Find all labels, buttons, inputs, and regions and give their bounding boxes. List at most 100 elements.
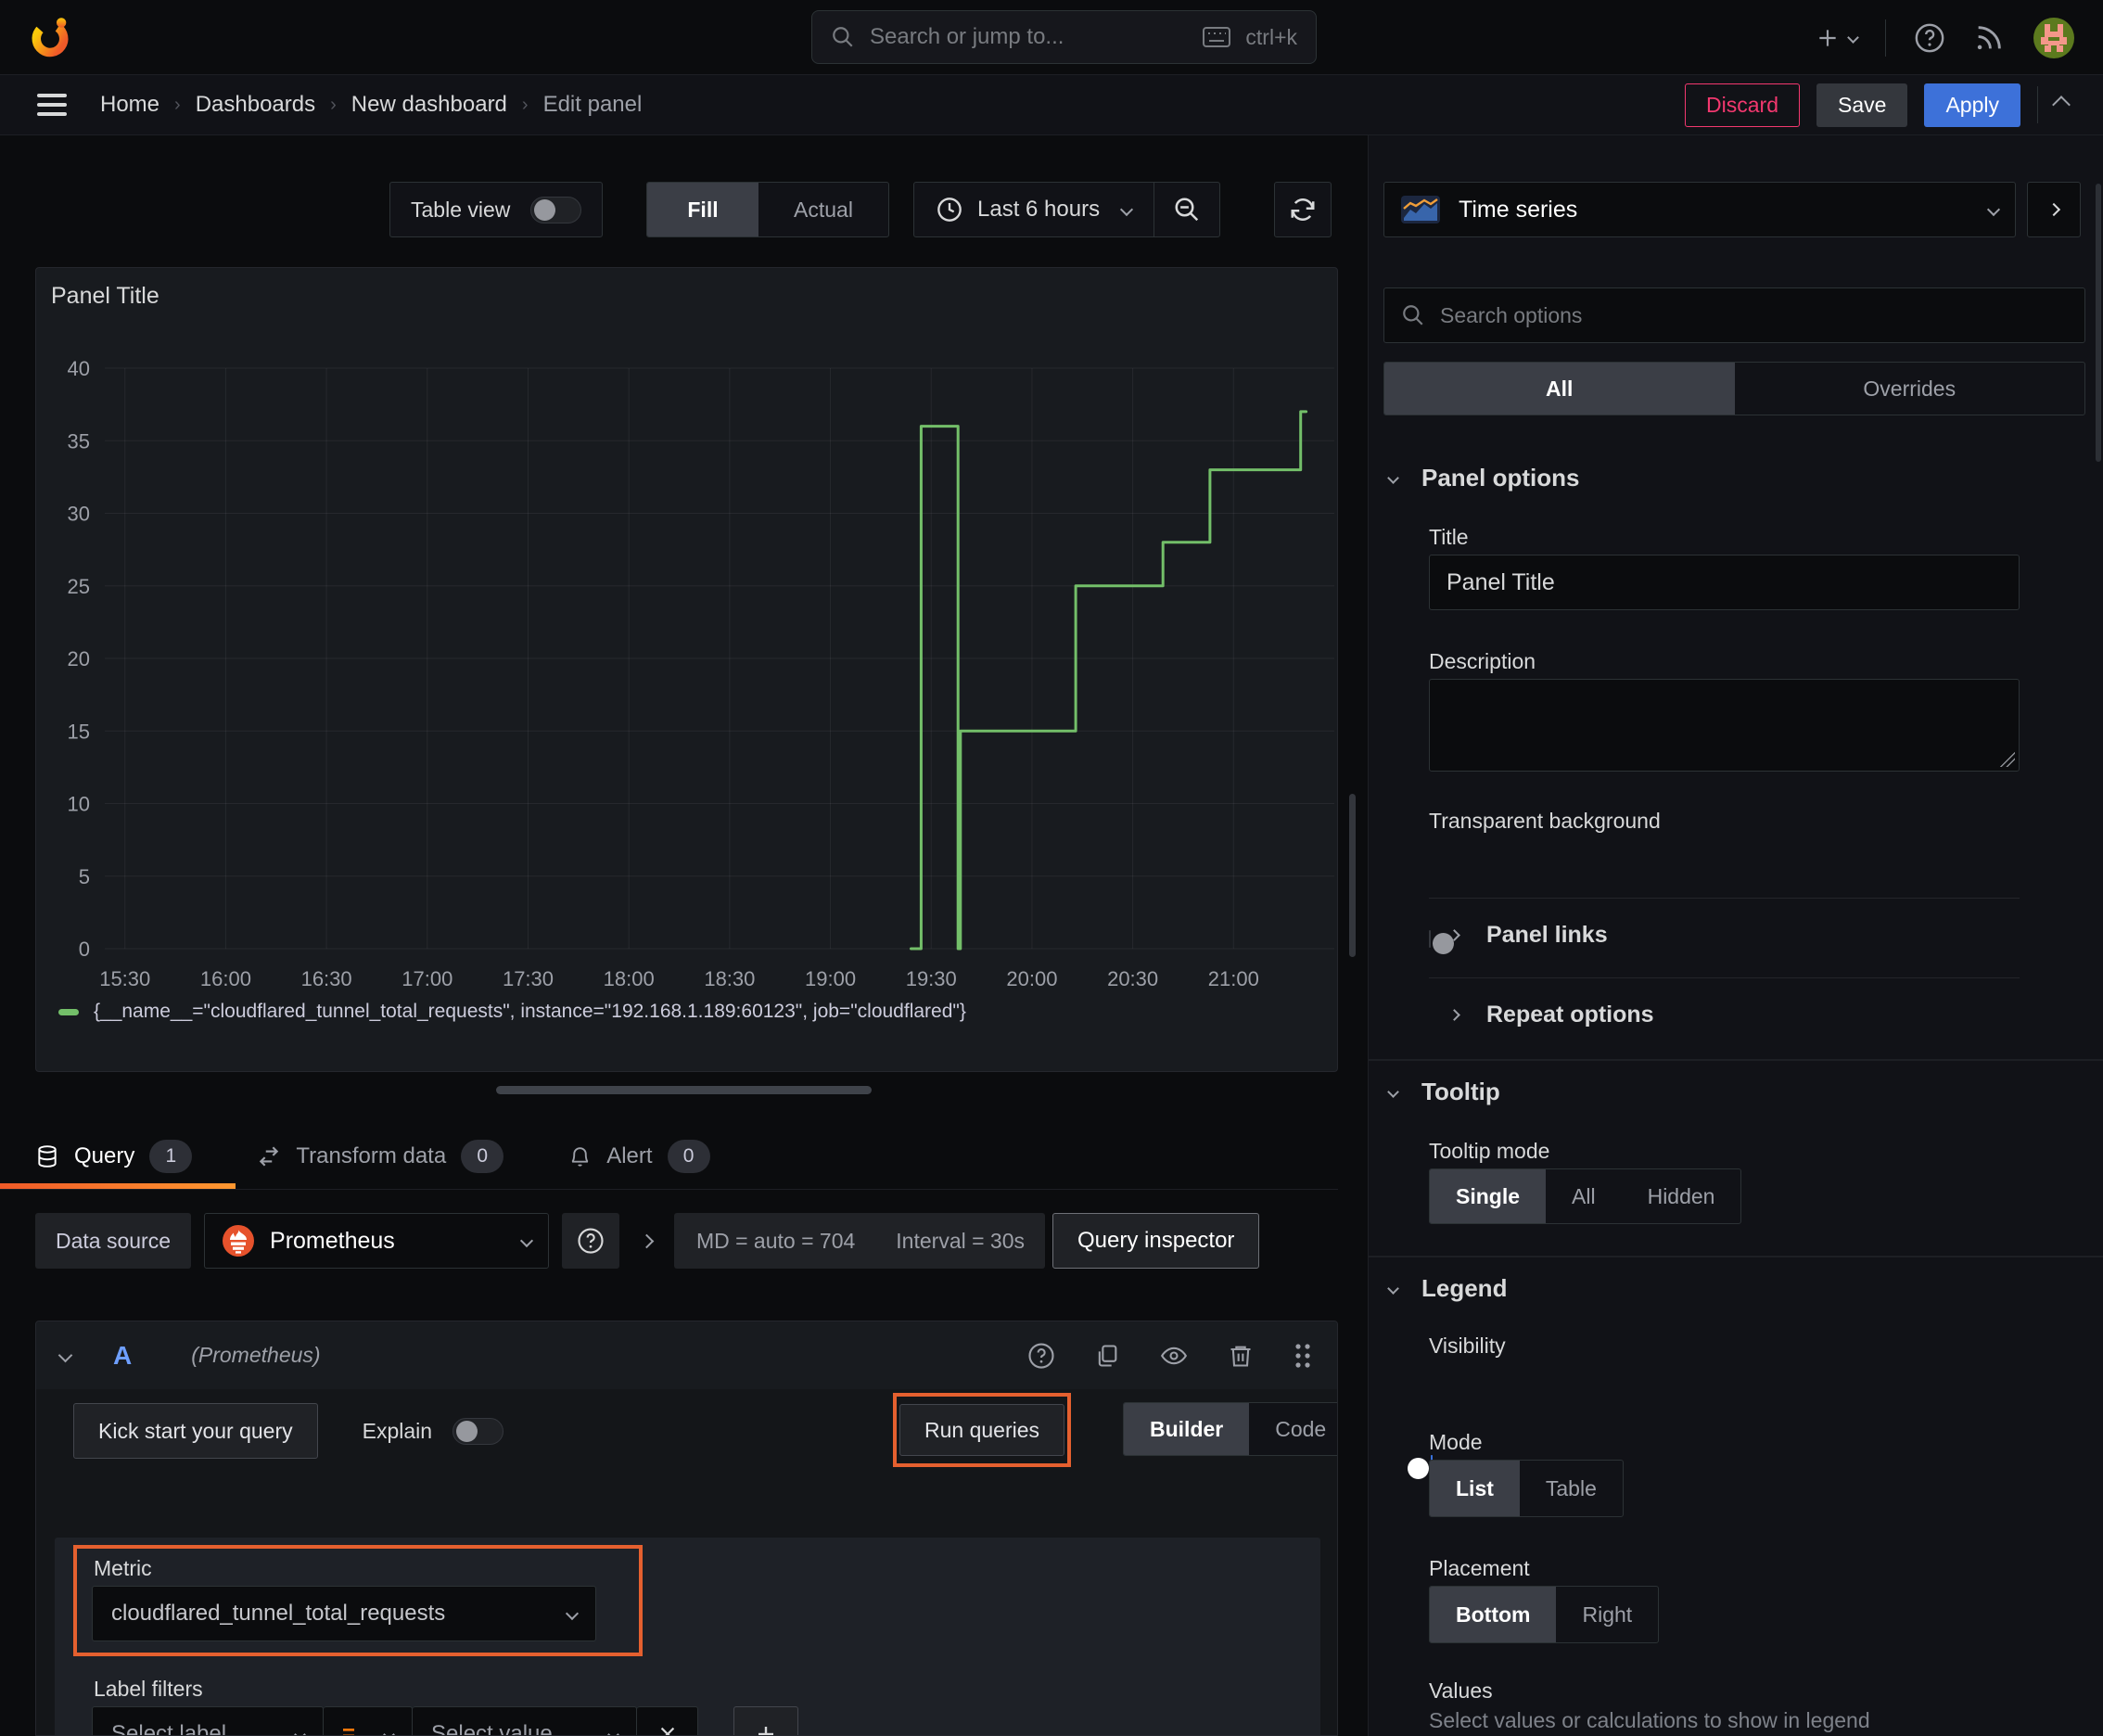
overrides-option[interactable]: Overrides — [1735, 363, 2085, 415]
apply-button[interactable]: Apply — [1924, 83, 2020, 127]
legend-series-swatch[interactable] — [58, 1008, 79, 1015]
tooltip-all-option[interactable]: All — [1546, 1169, 1622, 1223]
collapse-sidebar-button[interactable] — [2027, 182, 2081, 237]
kick-start-button[interactable]: Kick start your query — [73, 1403, 318, 1459]
breadcrumb-dashboards[interactable]: Dashboards — [196, 92, 315, 118]
run-queries-button[interactable]: Run queries — [899, 1404, 1065, 1456]
svg-text:10: 10 — [68, 793, 90, 816]
collapse-toolbar-icon[interactable] — [2052, 96, 2071, 114]
global-search-input[interactable]: Search or jump to... ctrl+k — [811, 10, 1317, 64]
metric-select[interactable]: cloudflared_tunnel_total_requests — [92, 1586, 596, 1641]
legend-header[interactable]: Legend — [1387, 1274, 1507, 1303]
query-help-button[interactable] — [1027, 1342, 1055, 1370]
panel-options-header[interactable]: Panel options — [1387, 464, 1579, 492]
list-option[interactable]: List — [1430, 1461, 1520, 1516]
add-new-button[interactable] — [1816, 26, 1859, 50]
menu-button[interactable] — [37, 93, 67, 117]
zoom-out-button[interactable] — [1154, 183, 1219, 236]
datasource-picker[interactable]: Prometheus — [204, 1213, 550, 1269]
builder-option[interactable]: Builder — [1124, 1403, 1250, 1455]
tab-alert[interactable]: Alert 0 — [568, 1124, 710, 1189]
time-range-button[interactable]: Last 6 hours — [914, 183, 1153, 236]
avatar[interactable] — [2033, 17, 2075, 59]
right-option[interactable]: Right — [1556, 1587, 1658, 1642]
panel-links-label: Panel links — [1486, 922, 1608, 948]
delete-query-button[interactable] — [1228, 1343, 1254, 1369]
all-overrides-segmented: All Overrides — [1383, 362, 2085, 415]
table-option[interactable]: Table — [1520, 1461, 1623, 1516]
select-value-dropdown[interactable]: Select value — [413, 1706, 637, 1735]
help-button[interactable] — [1914, 22, 1945, 54]
select-label-dropdown[interactable]: Select label — [92, 1706, 324, 1735]
viz-name: Time series — [1459, 196, 1578, 223]
chevron-right-icon — [2046, 202, 2061, 217]
tab-alert-label: Alert — [606, 1143, 653, 1168]
legend-placement-segmented: Bottom Right — [1429, 1586, 1660, 1643]
bell-icon — [571, 1146, 589, 1167]
panel-card: Panel Title 0 5 10 15 20 25 30 35 40 15:30 16:00 16… — [35, 267, 1338, 1072]
tab-query[interactable]: Query 1 — [0, 1124, 236, 1189]
grafana-logo-icon[interactable] — [26, 13, 74, 61]
search-shortcut: ctrl+k — [1245, 24, 1297, 49]
search-icon — [831, 25, 855, 49]
chevron-right-icon[interactable] — [639, 1233, 655, 1248]
toggle-query-visibility-button[interactable] — [1159, 1343, 1189, 1369]
prometheus-icon — [223, 1225, 255, 1257]
search-icon — [1403, 305, 1423, 326]
discard-button[interactable]: Discard — [1685, 83, 1801, 127]
save-button[interactable]: Save — [1816, 83, 1908, 127]
panel-title-input[interactable]: Panel Title — [1429, 555, 2020, 610]
table-view-toggle[interactable] — [530, 196, 582, 223]
tab-transform[interactable]: Transform data 0 — [257, 1124, 504, 1189]
visualization-picker[interactable]: Time series — [1383, 182, 2016, 237]
search-placeholder: Search or jump to... — [870, 24, 1064, 49]
table-view-control: Table view — [389, 182, 604, 237]
search-options-input[interactable]: Search options — [1383, 287, 2085, 343]
transparent-bg-toggle[interactable] — [1429, 930, 1454, 954]
scrollbar-thumb[interactable] — [1349, 794, 1356, 957]
scrollbar-thumb[interactable] — [2096, 184, 2101, 462]
operator-dropdown[interactable]: = — [324, 1706, 413, 1735]
breadcrumb-new-dashboard[interactable]: New dashboard — [351, 92, 507, 118]
tooltip-title: Tooltip — [1421, 1078, 1500, 1105]
svg-text:16:00: 16:00 — [200, 967, 251, 990]
duplicate-query-button[interactable] — [1094, 1343, 1120, 1369]
time-series-chart[interactable]: 0 5 10 15 20 25 30 35 40 15:30 16:00 16:30 17:00 17:3… — [45, 346, 1336, 995]
description-textarea[interactable] — [1429, 679, 2020, 772]
breadcrumb-edit-panel: Edit panel — [542, 92, 643, 117]
builder-code-segmented: Builder Code — [1123, 1402, 1337, 1456]
drag-query-handle[interactable] — [1293, 1342, 1313, 1370]
chevron-down-icon — [1986, 202, 2001, 217]
grip-icon — [1295, 1343, 1310, 1368]
query-inspector-button[interactable]: Query inspector — [1052, 1213, 1260, 1269]
tooltip-single-option[interactable]: Single — [1430, 1169, 1547, 1223]
resize-handle-icon[interactable] — [2000, 752, 2015, 767]
tooltip-hidden-option[interactable]: Hidden — [1622, 1169, 1741, 1223]
query-builder-area: Metric cloudflared_tunnel_total_requests… — [55, 1538, 1320, 1735]
datasource-help-button[interactable] — [562, 1213, 620, 1269]
refresh-button[interactable] — [1274, 182, 1332, 237]
bottom-option[interactable]: Bottom — [1430, 1587, 1557, 1642]
pane-resize-handle[interactable] — [496, 1086, 872, 1094]
nav-bar: Home › Dashboards › New dashboard › Edit… — [0, 75, 2103, 135]
code-option[interactable]: Code — [1249, 1403, 1337, 1455]
all-option[interactable]: All — [1384, 363, 1735, 415]
explain-toggle[interactable] — [452, 1417, 504, 1445]
fill-option[interactable]: Fill — [647, 183, 758, 236]
svg-text:18:30: 18:30 — [704, 967, 755, 990]
query-row-header[interactable]: A (Prometheus) — [36, 1321, 1337, 1389]
remove-filter-button[interactable] — [637, 1706, 698, 1735]
tooltip-header[interactable]: Tooltip — [1387, 1078, 1500, 1106]
breadcrumb-home[interactable]: Home — [100, 92, 159, 118]
repeat-options-section[interactable]: Repeat options — [1448, 1002, 1654, 1028]
title-label: Title — [1429, 525, 1469, 549]
query-editor-body: Kick start your query Explain Run querie… — [36, 1389, 1337, 1735]
actual-option[interactable]: Actual — [758, 183, 888, 236]
legend-series-name[interactable]: {__name__="cloudflared_tunnel_total_requ… — [94, 1001, 966, 1023]
news-button[interactable] — [1973, 22, 2005, 54]
refresh-icon — [1291, 198, 1315, 221]
add-filter-button[interactable] — [733, 1706, 798, 1735]
collapse-query-icon[interactable] — [57, 1347, 73, 1363]
panel-links-section[interactable]: Panel links — [1448, 922, 1608, 949]
panel-title[interactable]: Panel Title — [51, 283, 159, 310]
